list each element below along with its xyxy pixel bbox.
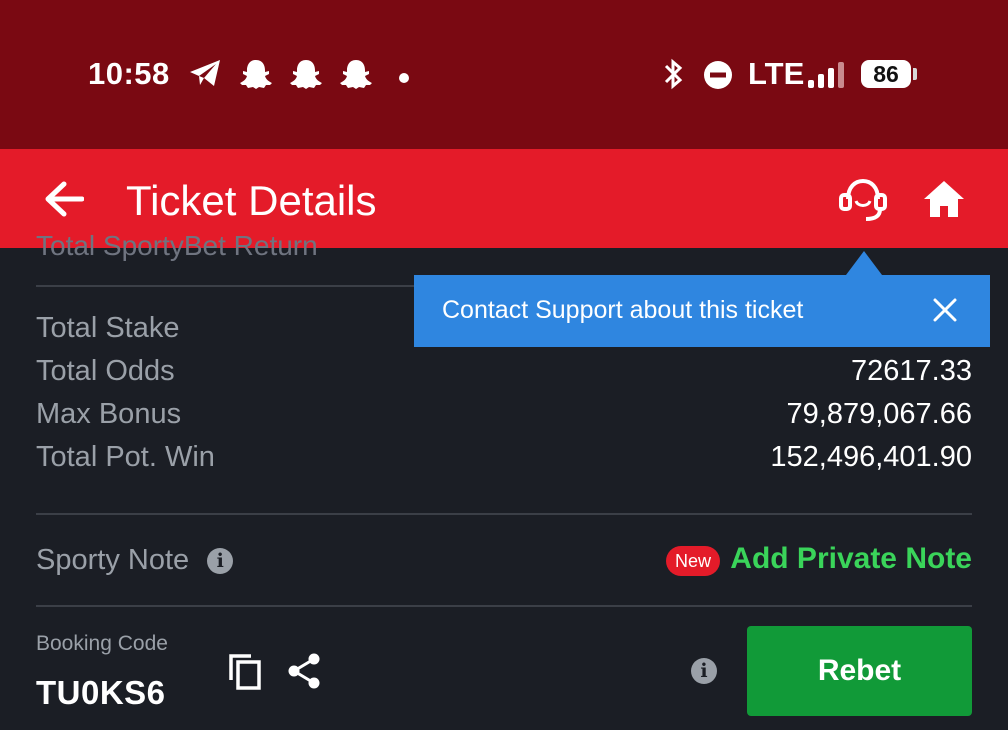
total-pot-win-value: 152,496,401.90 xyxy=(770,441,972,473)
back-arrow-icon[interactable] xyxy=(44,181,85,222)
booking-code-label: Booking Code xyxy=(36,632,168,655)
total-pot-win-label: Total Pot. Win xyxy=(36,441,215,473)
add-private-note-button[interactable]: Add Private Note xyxy=(730,542,972,576)
contact-support-tooltip[interactable]: Contact Support about this ticket xyxy=(414,251,990,347)
max-bonus-label: Max Bonus xyxy=(36,398,182,430)
snapchat-icon xyxy=(339,58,373,95)
new-badge: New xyxy=(666,546,720,576)
home-icon[interactable] xyxy=(922,179,966,224)
copy-icon[interactable] xyxy=(225,650,265,697)
close-icon[interactable] xyxy=(932,297,958,328)
divider xyxy=(36,605,972,607)
total-odds-label: Total Odds xyxy=(36,355,175,387)
tooltip-text: Contact Support about this ticket xyxy=(442,296,804,324)
rebet-button[interactable]: Rebet xyxy=(747,626,972,716)
status-time: 10:58 xyxy=(88,56,170,91)
page-title: Ticket Details xyxy=(126,177,377,224)
share-icon[interactable] xyxy=(286,652,322,695)
snapchat-icon xyxy=(239,58,273,95)
total-stake-label: Total Stake xyxy=(36,312,180,344)
dot-icon xyxy=(399,70,409,88)
total-odds-value: 72617.33 xyxy=(851,355,972,387)
rebet-info-icon[interactable]: i xyxy=(691,658,717,684)
info-icon[interactable]: i xyxy=(207,548,234,574)
snapchat-icon xyxy=(289,58,323,95)
telegram-icon xyxy=(188,58,222,93)
bluetooth-icon xyxy=(660,58,686,95)
divider xyxy=(36,513,972,515)
total-return-label: Total SportyBet Return xyxy=(36,230,318,261)
do-not-disturb-icon xyxy=(703,60,733,95)
booking-code-value: TU0KS6 xyxy=(36,674,166,711)
support-headset-icon[interactable] xyxy=(838,177,888,228)
sporty-note-text: Sporty Note xyxy=(36,544,190,576)
sporty-note-label: Sporty Note i xyxy=(36,544,234,577)
max-bonus-value: 79,879,067.66 xyxy=(786,398,972,430)
signal-icon xyxy=(807,60,847,93)
network-type: LTE xyxy=(748,56,805,91)
battery-indicator: 86 xyxy=(861,60,917,88)
status-bar: 10:58 LTE 86 xyxy=(0,0,1008,149)
